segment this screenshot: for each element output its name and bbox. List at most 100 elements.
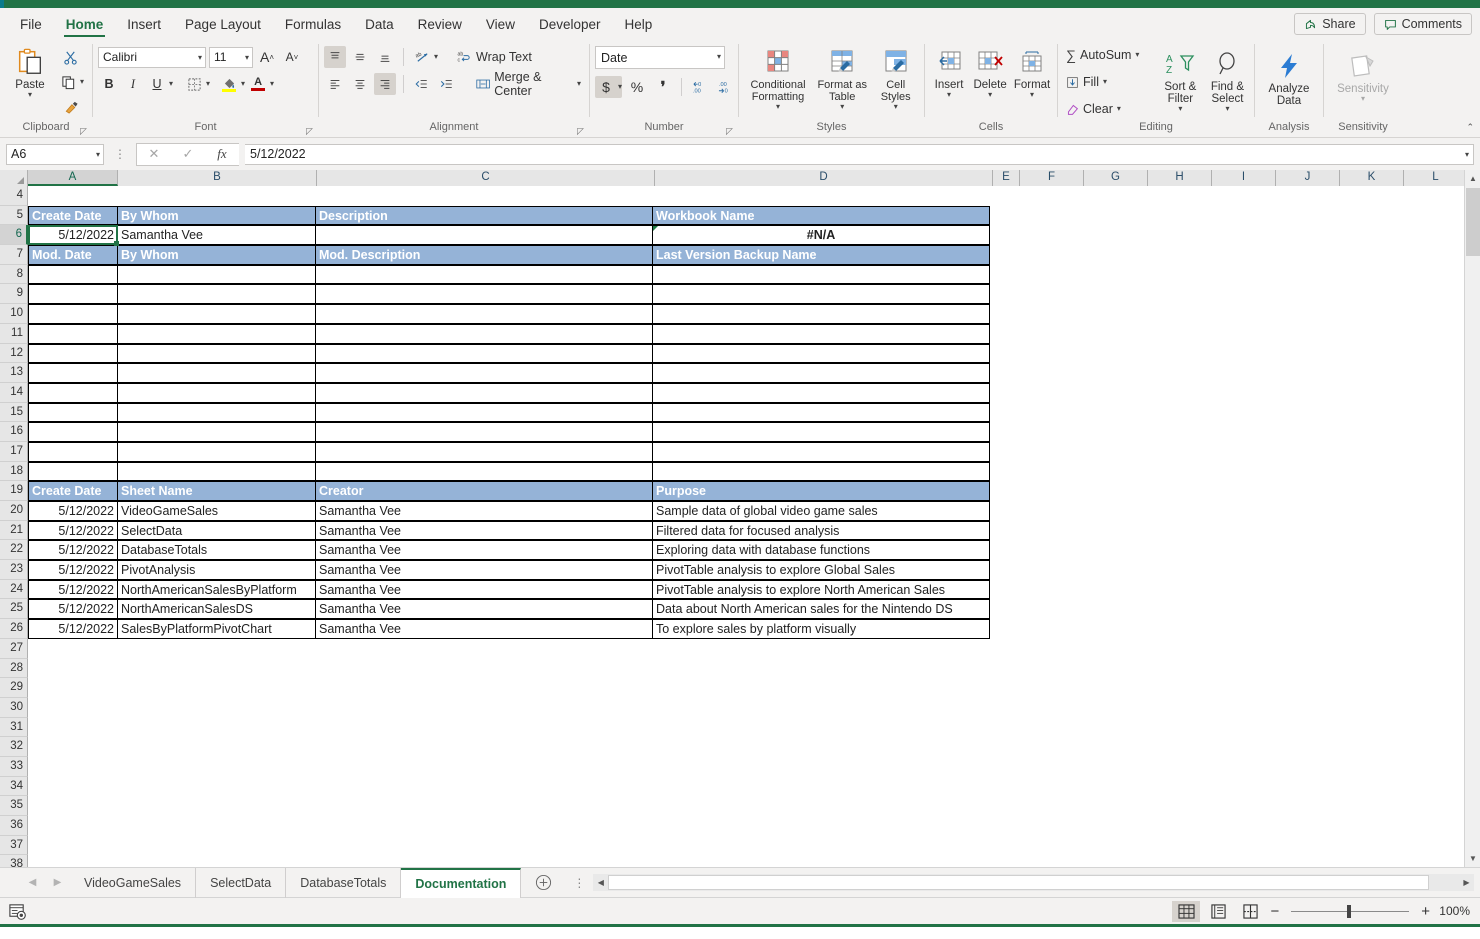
header1-a[interactable]: Create Date xyxy=(28,205,118,226)
cell-c26[interactable]: Samantha Vee xyxy=(315,619,653,639)
fill-chevron-down-icon[interactable]: ▾ xyxy=(1103,78,1107,86)
row-32-empty[interactable] xyxy=(28,737,993,757)
accounting-format-button[interactable]: $ ▾ xyxy=(595,76,623,98)
find-select-chevron-down-icon[interactable]: ▾ xyxy=(1225,105,1229,113)
name-box[interactable]: A6 ▾ xyxy=(6,143,104,165)
row-30-empty[interactable] xyxy=(28,698,993,718)
borders-button[interactable]: ▾ xyxy=(183,73,210,95)
blank-row-15-c[interactable] xyxy=(315,402,653,423)
blank-row-8-c[interactable] xyxy=(315,264,653,285)
fill-color-chevron-down-icon[interactable]: ▾ xyxy=(241,80,245,88)
cell-d22[interactable]: Exploring data with database functions xyxy=(652,540,990,561)
merge-chevron-down-icon[interactable]: ▾ xyxy=(577,80,581,88)
row-header-34[interactable]: 34 xyxy=(0,776,28,797)
increase-decimal-button[interactable]: 0 .00 xyxy=(689,76,711,98)
cell-a22[interactable]: 5/12/2022 xyxy=(28,540,118,561)
row-header-16[interactable]: 16 xyxy=(0,422,28,442)
number-format-chevron-down-icon[interactable]: ▾ xyxy=(717,52,721,61)
ribbon-tab-view[interactable]: View xyxy=(474,13,527,38)
header2-c[interactable]: Mod. Description xyxy=(315,245,653,265)
row-header-12[interactable]: 12 xyxy=(0,343,28,364)
delete-cells-button[interactable]: Delete ▾ xyxy=(970,42,1010,99)
blank-row-9-d[interactable] xyxy=(652,284,990,305)
table2-header-d[interactable]: Purpose xyxy=(652,481,990,501)
align-middle-button[interactable] xyxy=(349,46,371,68)
alignment-dialog-launcher-icon[interactable]: ◸ xyxy=(576,127,585,136)
blank-row-12-a[interactable] xyxy=(28,343,118,364)
blank-row-13-c[interactable] xyxy=(315,363,653,383)
clear-chevron-down-icon[interactable]: ▾ xyxy=(1117,105,1121,113)
cancel-entry-button[interactable]: ✕ xyxy=(137,144,171,165)
blank-row-14-b[interactable] xyxy=(117,382,316,403)
comments-button[interactable]: Comments xyxy=(1373,13,1472,35)
format-painter-button[interactable] xyxy=(57,96,84,118)
paste-chevron-down-icon[interactable]: ▾ xyxy=(28,91,32,99)
font-name-chevron-down-icon[interactable]: ▾ xyxy=(198,53,202,62)
row-27-empty[interactable] xyxy=(28,639,993,659)
cut-button[interactable] xyxy=(57,46,84,68)
percent-format-button[interactable]: % xyxy=(626,76,648,98)
row-header-24[interactable]: 24 xyxy=(0,579,28,600)
cell-b26[interactable]: SalesByPlatformPivotChart xyxy=(117,619,316,639)
column-header-H[interactable]: H xyxy=(1148,170,1212,186)
row-31-empty[interactable] xyxy=(28,718,993,738)
vertical-scrollbar-thumb[interactable] xyxy=(1466,188,1480,256)
sheet-tab-selectdata[interactable]: SelectData xyxy=(196,867,287,898)
cell-d24[interactable]: PivotTable analysis to explore North Ame… xyxy=(652,579,990,600)
blank-row-8-d[interactable] xyxy=(652,264,990,285)
table2-header-a[interactable]: Create Date xyxy=(28,481,118,501)
row-35-empty[interactable] xyxy=(28,796,993,816)
cell-a21[interactable]: 5/12/2022 xyxy=(28,520,118,541)
column-header-I[interactable]: I xyxy=(1212,170,1276,186)
row-header-36[interactable]: 36 xyxy=(0,816,28,836)
row-header-13[interactable]: 13 xyxy=(0,363,28,383)
cell-b6[interactable]: Samantha Vee xyxy=(117,225,316,246)
row-header-27[interactable]: 27 xyxy=(0,638,28,659)
row-header-15[interactable]: 15 xyxy=(0,402,28,423)
blank-row-11-b[interactable] xyxy=(117,323,316,344)
page-layout-view-button[interactable] xyxy=(1204,901,1232,922)
decrease-decimal-button[interactable]: .00 0 xyxy=(715,76,737,98)
row-header-25[interactable]: 25 xyxy=(0,599,28,620)
cell-d20[interactable]: Sample data of global video game sales xyxy=(652,501,990,521)
blank-row-17-d[interactable] xyxy=(652,441,990,462)
cell-b23[interactable]: PivotAnalysis xyxy=(117,560,316,580)
header2-d[interactable]: Last Version Backup Name xyxy=(652,245,990,265)
vertical-scrollbar[interactable]: ▲ ▼ xyxy=(1464,170,1480,867)
blank-row-16-c[interactable] xyxy=(315,422,653,442)
merge-center-button[interactable]: Merge & Center ▾ xyxy=(473,70,584,98)
page-break-preview-button[interactable] xyxy=(1236,901,1264,922)
ribbon-tab-data[interactable]: Data xyxy=(353,13,406,38)
row-37-empty[interactable] xyxy=(28,836,993,856)
analyze-data-button[interactable]: Analyze Data xyxy=(1261,46,1317,107)
blank-row-13-d[interactable] xyxy=(652,363,990,383)
header1-d[interactable]: Workbook Name xyxy=(652,205,990,226)
borders-chevron-down-icon[interactable]: ▾ xyxy=(206,80,210,88)
cell-a25[interactable]: 5/12/2022 xyxy=(28,599,118,620)
increase-font-size-button[interactable]: A ˄ xyxy=(256,46,278,68)
cell-c6[interactable] xyxy=(315,225,653,246)
blank-row-14-a[interactable] xyxy=(28,382,118,403)
number-format-combobox[interactable]: Date ▾ xyxy=(595,46,725,69)
row-header-19[interactable]: 19 xyxy=(0,481,28,501)
format-cells-chevron-down-icon[interactable]: ▾ xyxy=(1030,91,1034,99)
comma-format-button[interactable]: ❜ xyxy=(652,76,674,98)
blank-row-18-a[interactable] xyxy=(28,461,118,482)
align-top-button[interactable] xyxy=(324,46,346,68)
row-header-22[interactable]: 22 xyxy=(0,540,28,561)
font-dialog-launcher-icon[interactable]: ◸ xyxy=(305,127,314,136)
normal-view-button[interactable] xyxy=(1172,900,1201,922)
row-header-37[interactable]: 37 xyxy=(0,835,28,856)
zoom-slider-thumb[interactable] xyxy=(1347,904,1352,918)
tab-split-grip[interactable]: ⋮ xyxy=(565,876,593,890)
row-header-8[interactable]: 8 xyxy=(0,264,28,285)
underline-chevron-down-icon[interactable]: ▾ xyxy=(169,80,173,88)
align-left-button[interactable] xyxy=(324,73,346,95)
row-header-26[interactable]: 26 xyxy=(0,619,28,639)
copy-button[interactable]: ▾ xyxy=(57,71,84,93)
row-header-35[interactable]: 35 xyxy=(0,796,28,816)
cell-d6[interactable]: #N/A xyxy=(652,225,990,246)
sheet-tab-databasetotals[interactable]: DatabaseTotals xyxy=(286,867,402,898)
cell-b22[interactable]: DatabaseTotals xyxy=(117,540,316,561)
font-size-chevron-down-icon[interactable]: ▾ xyxy=(245,53,249,62)
